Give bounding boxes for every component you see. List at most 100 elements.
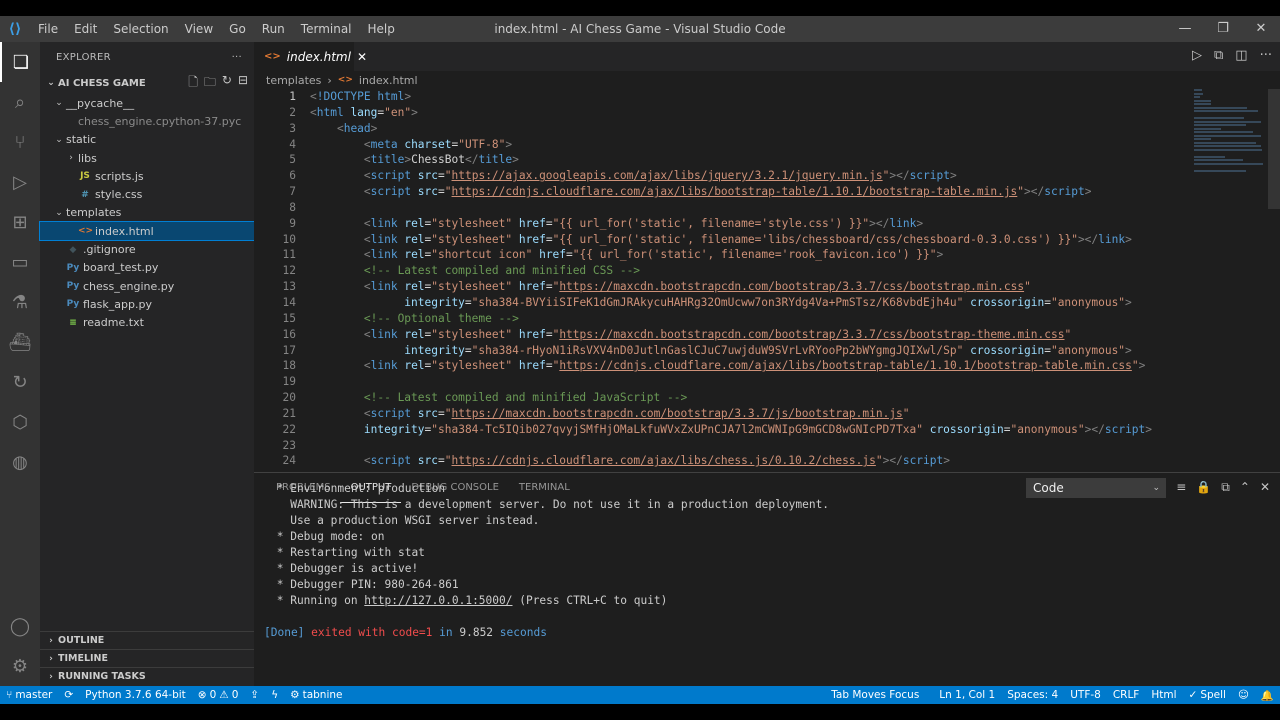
menu-go[interactable]: Go	[221, 16, 254, 42]
code-token[interactable]: https://ajax.googleapis.com/ajax/libs/jq…	[452, 169, 883, 182]
live-share-status-icon[interactable]: ⇪	[244, 686, 265, 704]
open-preview-icon[interactable]: ⧉	[1214, 48, 1223, 63]
tree-item[interactable]: ⌄ templates	[40, 204, 254, 222]
menu-file[interactable]: File	[30, 16, 66, 42]
chevron-right-icon: ›	[49, 671, 53, 682]
run-debug-icon[interactable]: ▷	[0, 162, 40, 202]
notifications-icon[interactable]: 🔔	[1255, 686, 1280, 704]
minimap-line	[1194, 106, 1247, 109]
code-token: ></	[869, 216, 890, 230]
tree-item[interactable]: JS scripts.js	[40, 167, 254, 185]
code-content: <html lang="en">	[296, 105, 418, 121]
indentation[interactable]: Spaces: 4	[1001, 686, 1064, 704]
source-control-icon[interactable]: ⑂	[0, 122, 40, 162]
tree-item[interactable]: ⌄ __pycache__	[40, 94, 254, 112]
tab-moves-focus[interactable]: Tab Moves Focus	[825, 686, 925, 704]
output-channel-select[interactable]: Code ⌄	[1026, 478, 1166, 498]
tree-item[interactable]: chess_engine.cpython-37.pyc	[40, 112, 254, 130]
tree-item[interactable]: Py board_test.py	[40, 259, 254, 277]
close-window-icon[interactable]: ✕	[1242, 16, 1280, 42]
sync-icon[interactable]: ⟳	[58, 686, 79, 704]
menu-edit[interactable]: Edit	[66, 16, 105, 42]
new-folder-icon[interactable]: 🗀	[204, 73, 216, 94]
menu-view[interactable]: View	[177, 16, 221, 42]
code-token: title	[370, 153, 405, 167]
language-mode[interactable]: Html	[1145, 686, 1182, 704]
timeline-section[interactable]: › TIMELINE	[40, 649, 254, 667]
minimize-icon[interactable]: —	[1166, 16, 1204, 42]
menu-run[interactable]: Run	[254, 16, 293, 42]
tree-item[interactable]: ≡ readme.txt	[40, 314, 254, 332]
new-file-icon[interactable]: 🗋	[188, 73, 198, 94]
extensions-icon[interactable]: ⊞	[0, 202, 40, 242]
tab-index-html[interactable]: <> index.html ✕	[254, 42, 367, 71]
close-panel-icon[interactable]: ✕	[1260, 480, 1270, 495]
editor-scrollbar[interactable]	[1268, 89, 1280, 209]
docker-icon[interactable]: ⛴	[0, 322, 40, 362]
code-line: 1 <!DOCTYPE html>	[254, 89, 1280, 105]
search-icon[interactable]: ⌕	[0, 82, 40, 122]
lightning-icon[interactable]: ϟ	[265, 686, 284, 704]
project-section-header[interactable]: ⌄ AI CHESS GAME 🗋 🗀 ↻ ⊟	[40, 72, 254, 94]
tree-item[interactable]: Py flask_app.py	[40, 295, 254, 313]
spell-status[interactable]: ✓ Spell	[1183, 686, 1232, 704]
code-token[interactable]: https://cdnjs.cloudflare.com/ajax/libs/b…	[452, 185, 1018, 198]
tree-item[interactable]: Py chess_engine.py	[40, 277, 254, 295]
menu-selection[interactable]: Selection	[105, 16, 176, 42]
lock-scroll-icon[interactable]: 🔒	[1196, 480, 1211, 495]
close-tab-icon[interactable]: ✕	[357, 50, 367, 64]
editor-more-icon[interactable]: ···	[1260, 48, 1272, 63]
more-actions-icon[interactable]: ···	[232, 52, 242, 63]
outline-section[interactable]: › OUTLINE	[40, 631, 254, 649]
clear-output-icon[interactable]: ≡	[1176, 480, 1186, 495]
code-token[interactable]: https://maxcdn.bootstrapcdn.com/bootstra…	[559, 328, 1064, 341]
cursor-position[interactable]: Ln 1, Col 1	[933, 686, 1001, 704]
open-log-icon[interactable]: ⧉	[1221, 480, 1230, 495]
code-token[interactable]: https://cdnjs.cloudflare.com/ajax/libs/c…	[452, 454, 876, 467]
tree-item[interactable]: ◆ .gitignore	[40, 240, 254, 258]
account-icon[interactable]: ◯	[0, 606, 40, 646]
run-icon[interactable]: ▷	[1192, 48, 1202, 63]
live-share-icon[interactable]: ↻	[0, 362, 40, 402]
breadcrumb-file[interactable]: index.html	[359, 74, 418, 87]
chevron-right-icon: ›	[327, 73, 332, 87]
python-interpreter[interactable]: Python 3.7.6 64-bit	[79, 686, 192, 704]
restore-icon[interactable]: ❐	[1204, 16, 1242, 42]
collapse-all-icon[interactable]: ⊟	[238, 73, 248, 94]
server-url-link[interactable]: http://127.0.0.1:5000/	[364, 594, 512, 607]
code-token: script	[909, 169, 950, 183]
minimap[interactable]	[1194, 89, 1266, 199]
output-line-done: [Done] exited with code=1 in 9.852 secon…	[264, 625, 829, 641]
code-token: "	[875, 454, 883, 468]
branch-status[interactable]: ⑂ master	[0, 686, 58, 704]
browser-icon[interactable]: ◍	[0, 442, 40, 482]
tree-item[interactable]: ⌄ static	[40, 131, 254, 149]
running-tasks-section[interactable]: › RUNNING TASKS	[40, 667, 254, 685]
remote-explorer-icon[interactable]: ▭	[0, 242, 40, 282]
tree-item[interactable]: # style.css	[40, 185, 254, 203]
refresh-icon[interactable]: ↻	[222, 73, 232, 94]
maximize-panel-icon[interactable]: ⌃	[1240, 480, 1250, 495]
tabnine-status[interactable]: ⚙ tabnine	[284, 686, 348, 704]
feedback-icon[interactable]: ☺	[1232, 686, 1255, 704]
tree-item[interactable]: <> index.html	[39, 221, 255, 242]
code-token[interactable]: https://cdnjs.cloudflare.com/ajax/libs/b…	[559, 359, 1132, 372]
breadcrumb-folder[interactable]: templates	[266, 74, 321, 87]
menu-terminal[interactable]: Terminal	[293, 16, 360, 42]
encoding[interactable]: UTF-8	[1064, 686, 1107, 704]
code-token[interactable]: https://maxcdn.bootstrapcdn.com/bootstra…	[559, 280, 1024, 293]
split-editor-icon[interactable]: ◫	[1235, 48, 1247, 63]
end-of-line[interactable]: CRLF	[1107, 686, 1146, 704]
code-editor[interactable]: 1 <!DOCTYPE html> 2 <html lang="en"> 3 <head…	[254, 89, 1280, 472]
settings-gear-icon[interactable]: ⚙	[0, 646, 40, 686]
code-token[interactable]: https://maxcdn.bootstrapcdn.com/bootstra…	[452, 407, 903, 420]
code-line: 24 <script src="https://cdnjs.cloudflare…	[254, 453, 1280, 469]
testing-icon[interactable]: ⚗	[0, 282, 40, 322]
problems-status[interactable]: ⊗ 0 ⚠ 0	[192, 686, 245, 704]
text-file-icon: ≡	[69, 317, 77, 328]
kubernetes-icon[interactable]: ⬡	[0, 402, 40, 442]
menu-help[interactable]: Help	[360, 16, 403, 42]
tree-item[interactable]: › libs	[40, 149, 254, 167]
explorer-icon[interactable]: ❏	[0, 42, 40, 82]
